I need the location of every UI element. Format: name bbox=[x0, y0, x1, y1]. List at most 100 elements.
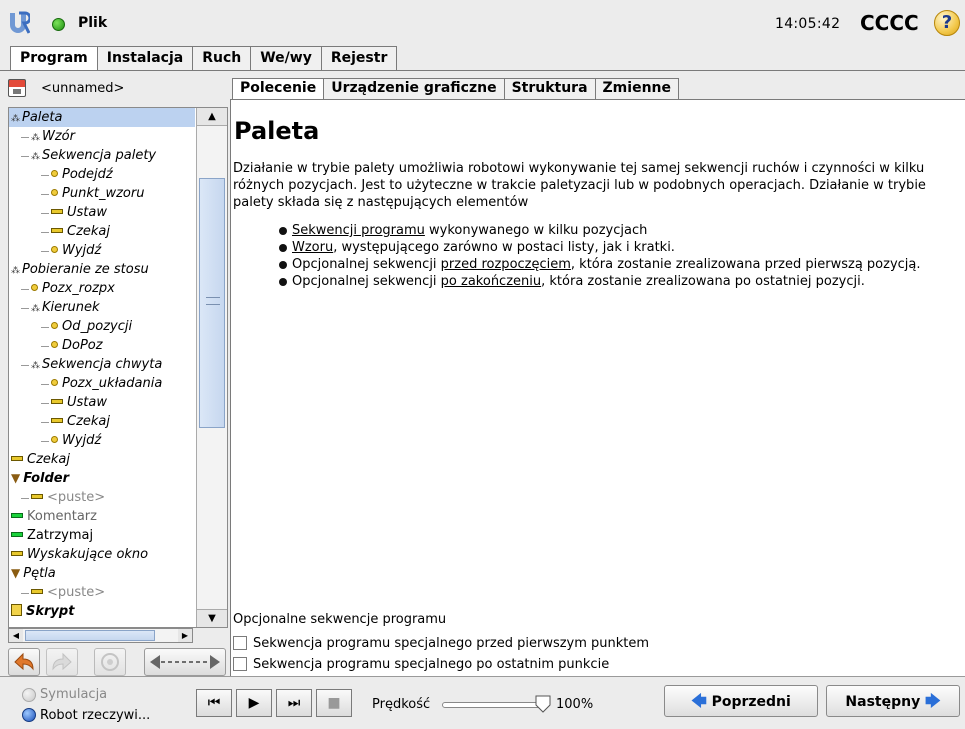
next-label: Następny bbox=[845, 694, 921, 710]
help-icon[interactable]: ? bbox=[934, 10, 960, 36]
scroll-left-icon[interactable]: ◀ bbox=[9, 629, 23, 642]
tab-graphics[interactable]: Urządzenie graficzne bbox=[323, 78, 505, 99]
move-arrows-icon bbox=[150, 655, 220, 669]
step-button[interactable]: ⏭ bbox=[276, 689, 312, 717]
tab-move[interactable]: Ruch bbox=[192, 46, 252, 70]
tree-node[interactable]: Ustaw bbox=[51, 393, 107, 412]
tree-node[interactable]: ▼ Folder bbox=[11, 469, 69, 488]
scroll-up-icon[interactable]: ▲ bbox=[197, 108, 227, 126]
tab-program[interactable]: Program bbox=[10, 46, 98, 71]
tab-io[interactable]: We/wy bbox=[250, 46, 322, 70]
help-link[interactable]: Sekwencji programu bbox=[292, 223, 425, 238]
tree-node[interactable]: ⁂ Pobieranie ze stosu bbox=[11, 260, 149, 279]
title-bar: Plik 14:05:42 CCCC ? bbox=[0, 0, 965, 46]
program-header: <unnamed> bbox=[8, 78, 226, 100]
next-button[interactable]: Następny 🡆 bbox=[826, 685, 960, 717]
tree-node[interactable]: Zatrzymaj bbox=[11, 526, 93, 545]
skip-forward-icon: ⏭ bbox=[287, 695, 301, 711]
tree-node[interactable]: Czekaj bbox=[51, 412, 110, 431]
clock: 14:05:42 bbox=[775, 16, 841, 32]
help-link[interactable]: po zakończeniu bbox=[441, 274, 541, 289]
previous-button[interactable]: 🡄 Poprzedni bbox=[664, 685, 818, 717]
real-robot-radio[interactable] bbox=[22, 708, 36, 722]
element-list-item: Wzoru, występującego zarówno w postaci l… bbox=[279, 239, 959, 256]
tree-node[interactable]: Czekaj bbox=[11, 450, 70, 469]
save-icon[interactable] bbox=[8, 79, 26, 97]
before-sequence-checkbox[interactable] bbox=[233, 636, 247, 650]
slider-knob-icon[interactable] bbox=[535, 695, 551, 713]
tree-connector bbox=[41, 422, 49, 423]
scroll-thumb[interactable] bbox=[199, 178, 225, 428]
tree-node[interactable]: Ustaw bbox=[51, 203, 107, 222]
tree-node[interactable]: <puste> bbox=[31, 488, 105, 507]
tab-command[interactable]: Polecenie bbox=[232, 78, 325, 100]
tab-structure[interactable]: Struktura bbox=[503, 78, 596, 99]
tree-node[interactable]: ⁂ Paleta bbox=[9, 108, 195, 127]
tree-node[interactable]: Komentarz bbox=[11, 507, 97, 526]
hscroll-thumb[interactable] bbox=[25, 630, 155, 641]
tree-node[interactable]: ▼ Pętla bbox=[11, 564, 56, 583]
footer-bar: Symulacja Robot rzeczywi... ⏮ ▶ ⏭ ■ Pręd… bbox=[0, 676, 965, 729]
tree-node[interactable]: Punkt_wzoru bbox=[51, 184, 144, 203]
tree-node[interactable]: Od_pozycji bbox=[51, 317, 132, 336]
tree-node-label: Czekaj bbox=[27, 452, 71, 467]
tree-node[interactable]: Wyjdź bbox=[51, 431, 101, 450]
file-menu[interactable]: Plik bbox=[78, 15, 107, 31]
tree-node[interactable]: Skrypt bbox=[11, 602, 74, 621]
help-link[interactable]: Wzoru bbox=[292, 240, 333, 255]
tree-node-label: Ustaw bbox=[67, 395, 107, 410]
move-node-button[interactable] bbox=[144, 648, 226, 676]
tree-node[interactable]: Wyjdź bbox=[51, 241, 101, 260]
tree-node[interactable]: ⁂ Sekwencja chwyta bbox=[31, 355, 162, 374]
tree-node[interactable]: Czekaj bbox=[51, 222, 110, 241]
scroll-right-icon[interactable]: ▶ bbox=[178, 629, 192, 642]
skip-back-icon: ⏮ bbox=[207, 695, 221, 711]
before-sequence-option[interactable]: Sekwencja programu specjalnego przed pie… bbox=[233, 635, 649, 652]
tree-node[interactable]: DoPoz bbox=[51, 336, 103, 355]
tree-node[interactable]: Wyskakujące okno bbox=[11, 545, 148, 564]
tree-node[interactable]: Pozx_układania bbox=[51, 374, 162, 393]
tree-node-label: Pozx_układania bbox=[62, 376, 163, 391]
command-icon bbox=[51, 209, 63, 214]
tree-connector bbox=[41, 441, 49, 442]
tab-log[interactable]: Rejestr bbox=[320, 46, 398, 70]
folder-icon: ▼ bbox=[11, 471, 21, 485]
tree-node-label: Folder bbox=[23, 471, 70, 486]
tree-node[interactable]: ⁂ Kierunek bbox=[31, 298, 99, 317]
waypoint-icon bbox=[51, 189, 58, 196]
scroll-down-icon[interactable]: ▼ bbox=[197, 609, 227, 627]
tab-variables[interactable]: Zmienne bbox=[594, 78, 679, 99]
cluster-icon: ⁂ bbox=[31, 304, 40, 314]
tree-node-label: <puste> bbox=[47, 585, 106, 600]
undo-button[interactable] bbox=[8, 648, 40, 676]
optional-sequences-label: Opcjonalne sekwencje programu bbox=[233, 612, 447, 627]
tree-node[interactable]: ⁂ Wzór bbox=[31, 127, 75, 146]
tree-node[interactable]: Podejdź bbox=[51, 165, 113, 184]
tree-vertical-scrollbar[interactable]: ▲ ▼ bbox=[196, 108, 227, 627]
redo-button[interactable] bbox=[46, 648, 78, 676]
after-sequence-checkbox[interactable] bbox=[233, 657, 247, 671]
delete-button[interactable] bbox=[94, 648, 126, 676]
tree-connector bbox=[41, 232, 49, 233]
bullet-text: , występującego zarówno w postaci listy,… bbox=[333, 240, 675, 255]
after-sequence-option[interactable]: Sekwencja programu specjalnego po ostatn… bbox=[233, 656, 609, 673]
rewind-button[interactable]: ⏮ bbox=[196, 689, 232, 717]
play-button[interactable]: ▶ bbox=[236, 689, 272, 717]
cluster-icon: ⁂ bbox=[11, 266, 20, 276]
tree-node-label: Wyjdź bbox=[62, 433, 102, 448]
speed-slider[interactable] bbox=[442, 702, 542, 708]
arrow-left-icon: 🡄 bbox=[691, 692, 707, 710]
command-icon bbox=[31, 494, 43, 499]
stop-button[interactable]: ■ bbox=[316, 689, 352, 717]
waypoint-icon bbox=[31, 284, 38, 291]
bullet-text: Opcjonalnej sekwencji bbox=[292, 257, 441, 272]
help-link[interactable]: przed rozpoczęciem bbox=[441, 257, 571, 272]
tree-node[interactable]: <puste> bbox=[31, 583, 105, 602]
tree-connector bbox=[41, 251, 49, 252]
tree-node[interactable]: ⁂ Sekwencja palety bbox=[31, 146, 156, 165]
tab-installation[interactable]: Instalacja bbox=[96, 46, 194, 70]
tree-node[interactable]: Pozx_rozpx bbox=[31, 279, 115, 298]
tree-connector bbox=[41, 175, 49, 176]
simulation-radio[interactable] bbox=[22, 688, 36, 702]
tree-horizontal-scrollbar[interactable]: ◀ ▶ bbox=[8, 628, 193, 643]
